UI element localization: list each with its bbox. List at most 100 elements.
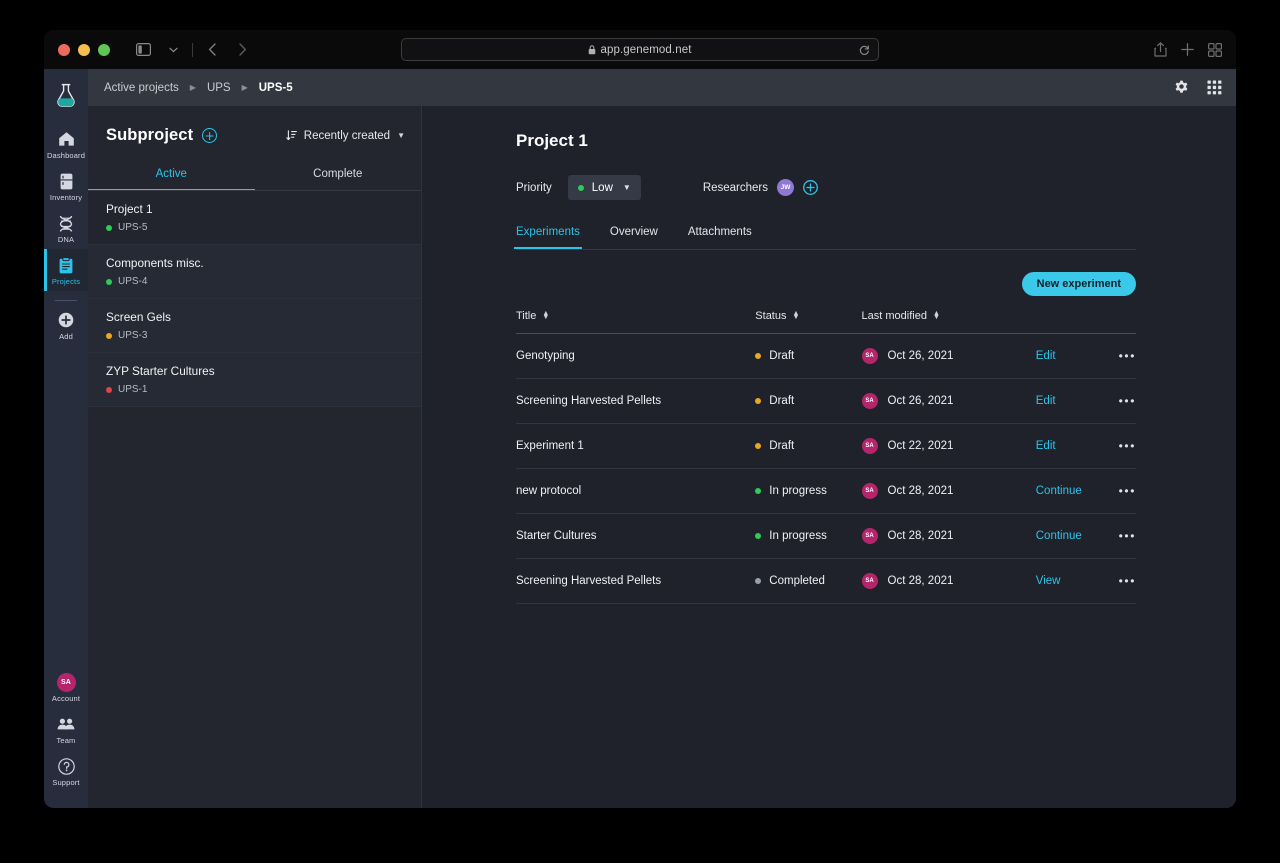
tab-complete[interactable]: Complete bbox=[255, 159, 422, 191]
add-subproject-button[interactable]: + bbox=[202, 128, 218, 143]
list-item[interactable]: Screen Gels UPS-3 bbox=[88, 299, 421, 353]
share-icon[interactable] bbox=[1154, 42, 1167, 57]
cell-title: Starter Cultures bbox=[516, 513, 756, 559]
researcher-avatar[interactable]: JW bbox=[777, 179, 795, 196]
genemod-flask-logo[interactable] bbox=[55, 83, 77, 107]
cell-action: Continue bbox=[1035, 468, 1098, 514]
reload-icon[interactable] bbox=[859, 44, 870, 55]
close-window-button[interactable] bbox=[58, 43, 70, 56]
tab-overview[interactable]: Overview bbox=[610, 226, 658, 249]
sidebar-item-dashboard[interactable]: Dashboard bbox=[44, 123, 88, 165]
cell-status: Draft bbox=[755, 423, 862, 469]
row-action-link[interactable]: Continue bbox=[1036, 485, 1082, 497]
new-experiment-button[interactable]: New experiment bbox=[1021, 272, 1136, 296]
grid-apps-icon[interactable] bbox=[1207, 80, 1222, 95]
more-horizontal-icon[interactable]: ••• bbox=[1119, 484, 1136, 498]
subproject-name: Project 1 bbox=[106, 202, 153, 216]
sort-control[interactable]: Recently created ▼ bbox=[286, 130, 405, 142]
tab-attachments[interactable]: Attachments bbox=[688, 226, 752, 249]
status-dot bbox=[755, 353, 762, 359]
priority-selector[interactable]: Low ▼ bbox=[567, 175, 641, 200]
sidebar-label-dashboard: Dashboard bbox=[46, 151, 86, 160]
modified-date: Oct 26, 2021 bbox=[887, 350, 954, 362]
forward-arrow-icon[interactable] bbox=[229, 38, 255, 62]
clipboard-icon bbox=[59, 256, 73, 274]
table-row[interactable]: Starter Cultures In progress SA Oct 28, 2… bbox=[516, 513, 1136, 559]
table-row[interactable]: Screening Harvested Pellets Completed SA… bbox=[516, 558, 1136, 604]
list-item[interactable]: Components misc. UPS-4 bbox=[88, 245, 421, 299]
back-arrow-icon[interactable] bbox=[199, 38, 225, 62]
row-action-link[interactable]: Continue bbox=[1036, 530, 1082, 542]
subproject-name: Components misc. bbox=[106, 256, 204, 270]
column-header-status[interactable]: Status ▲ ▼ bbox=[755, 306, 862, 334]
url-text: app.genemod.net bbox=[600, 43, 692, 56]
status-dot bbox=[755, 533, 762, 539]
sidebar-item-inventory[interactable]: Inventory bbox=[44, 165, 88, 207]
subproject-code: UPS-3 bbox=[118, 330, 148, 341]
cell-menu: ••• bbox=[1097, 378, 1136, 424]
plus-icon[interactable] bbox=[1181, 43, 1194, 56]
avatar: SA bbox=[861, 573, 878, 589]
team-icon bbox=[57, 715, 75, 733]
table-row[interactable]: Screening Harvested Pellets Draft SA Oct … bbox=[516, 378, 1136, 424]
row-action-link[interactable]: Edit bbox=[1036, 350, 1056, 362]
row-action-link[interactable]: Edit bbox=[1036, 395, 1056, 407]
subproject-title: Subproject bbox=[106, 126, 194, 144]
chevron-down-icon: ▼ bbox=[622, 183, 631, 192]
cell-status: In progress bbox=[755, 468, 862, 514]
avatar: SA bbox=[861, 483, 878, 499]
table-row[interactable]: Experiment 1 Draft SA Oct 22, 2021 Edit •… bbox=[516, 423, 1136, 469]
table-header-row: Title ▲ ▼ Status ▲ ▼ Last modified ▲ ▼ bbox=[516, 306, 1136, 334]
breadcrumb-item-ups-5[interactable]: UPS-5 bbox=[259, 82, 293, 94]
cell-last-modified: SA Oct 28, 2021 bbox=[861, 513, 1036, 559]
table-row[interactable]: new protocol In progress SA Oct 28, 2021 … bbox=[516, 468, 1136, 514]
status-dot bbox=[755, 488, 762, 494]
rail-divider bbox=[55, 300, 77, 301]
tab-active[interactable]: Active bbox=[88, 159, 255, 191]
sidebar-item-support[interactable]: Support bbox=[44, 750, 88, 792]
tab-experiments[interactable]: Experiments bbox=[514, 226, 582, 249]
chevron-down-icon[interactable] bbox=[160, 38, 186, 62]
window-controls bbox=[58, 43, 110, 56]
breadcrumb-item-active-projects[interactable]: Active projects bbox=[104, 82, 179, 94]
sidebar-item-add[interactable]: Add bbox=[44, 304, 88, 346]
maximize-window-button[interactable] bbox=[98, 43, 110, 56]
minimize-window-button[interactable] bbox=[78, 43, 90, 56]
avatar: SA bbox=[861, 348, 878, 364]
sidebar-item-dna[interactable]: DNA bbox=[44, 207, 88, 249]
column-header-last-modified[interactable]: Last modified ▲ ▼ bbox=[861, 306, 1036, 334]
address-bar[interactable]: app.genemod.net bbox=[401, 38, 879, 61]
cell-action: Edit bbox=[1035, 333, 1098, 379]
list-item[interactable]: ZYP Starter Cultures UPS-1 bbox=[88, 353, 421, 407]
row-action-link[interactable]: View bbox=[1036, 575, 1061, 587]
sidebar-item-team[interactable]: Team bbox=[44, 708, 88, 750]
column-header-title[interactable]: Title ▲ ▼ bbox=[516, 306, 756, 334]
breadcrumb-item-ups[interactable]: UPS bbox=[207, 82, 231, 94]
cell-title: Screening Harvested Pellets bbox=[516, 378, 756, 424]
toolbar-divider bbox=[192, 42, 193, 57]
cell-last-modified: SA Oct 26, 2021 bbox=[861, 378, 1036, 424]
avatar: SA bbox=[861, 438, 878, 454]
sidebar-label-account: Account bbox=[51, 694, 81, 703]
add-researcher-button[interactable] bbox=[803, 180, 818, 195]
browser-window: app.genemod.net Dashboard Inventory DNA … bbox=[44, 30, 1236, 808]
sidebar-item-account[interactable]: SA Account bbox=[44, 666, 88, 708]
list-item[interactable]: Project 1 UPS-5 bbox=[88, 191, 421, 245]
status-badge: In progress bbox=[769, 530, 827, 542]
table-row[interactable]: Genotyping Draft SA Oct 26, 2021 Edit ••• bbox=[516, 333, 1136, 379]
row-action-link[interactable]: Edit bbox=[1036, 440, 1056, 452]
sidebar-item-projects[interactable]: Projects bbox=[44, 249, 88, 291]
more-horizontal-icon[interactable]: ••• bbox=[1119, 394, 1136, 408]
more-horizontal-icon[interactable]: ••• bbox=[1119, 349, 1136, 363]
sidebar-toggle-icon[interactable] bbox=[130, 38, 156, 62]
app-topbar: Active projects ▶ UPS ▶ UPS-5 bbox=[88, 69, 1236, 106]
tab-overview-icon[interactable] bbox=[1208, 42, 1222, 57]
gear-icon[interactable] bbox=[1174, 80, 1189, 95]
status-dot bbox=[755, 398, 762, 404]
more-horizontal-icon[interactable]: ••• bbox=[1119, 574, 1136, 588]
sidebar-label-projects: Projects bbox=[51, 277, 81, 286]
detail-tabs: Experiments Overview Attachments bbox=[514, 226, 1136, 249]
more-horizontal-icon[interactable]: ••• bbox=[1119, 529, 1136, 543]
more-horizontal-icon[interactable]: ••• bbox=[1119, 439, 1136, 453]
status-badge: Draft bbox=[769, 440, 795, 452]
